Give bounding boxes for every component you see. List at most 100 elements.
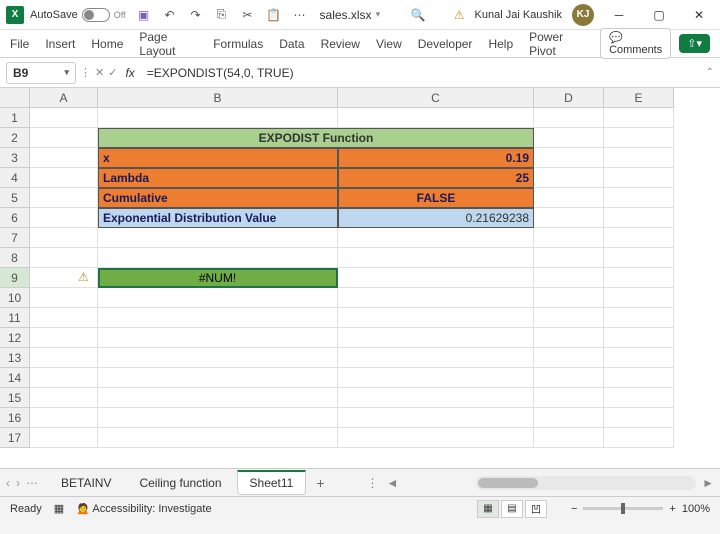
prev-sheet-icon[interactable]: ‹ — [6, 476, 10, 490]
error-cell[interactable]: #NUM! — [98, 268, 338, 288]
toggle-switch[interactable] — [82, 8, 110, 22]
row-header-16[interactable]: 16 — [0, 408, 30, 428]
row-header-10[interactable]: 10 — [0, 288, 30, 308]
tab-home[interactable]: Home — [91, 37, 123, 51]
column-headers: A B C D E — [30, 88, 674, 108]
error-warning-icon[interactable]: ⚠ — [78, 270, 89, 284]
row-header-13[interactable]: 13 — [0, 348, 30, 368]
row-header-11[interactable]: 11 — [0, 308, 30, 328]
vdots-icon[interactable]: ⋮ — [367, 476, 379, 490]
tab-help[interactable]: Help — [488, 37, 513, 51]
status-bar: Ready ▦ 🙍 Accessibility: Investigate ▦ ▤… — [0, 496, 720, 520]
more-icon[interactable]: ⋯ — [292, 7, 308, 23]
row-header-3[interactable]: 3 — [0, 148, 30, 168]
row-header-5[interactable]: 5 — [0, 188, 30, 208]
row-header-4[interactable]: 4 — [0, 168, 30, 188]
tab-file[interactable]: File — [10, 37, 29, 51]
row-header-8[interactable]: 8 — [0, 248, 30, 268]
undo-icon[interactable]: ↶ — [162, 7, 178, 23]
row-header-1[interactable]: 1 — [0, 108, 30, 128]
normal-view-button[interactable]: ▦ — [477, 500, 499, 518]
tab-view[interactable]: View — [376, 37, 402, 51]
sheet-tab-ceiling[interactable]: Ceiling function — [126, 471, 234, 495]
name-box[interactable]: B9 — [6, 62, 76, 84]
scroll-right-icon[interactable]: ► — [702, 476, 714, 490]
value-cumulative[interactable]: FALSE — [338, 188, 534, 208]
ribbon: File Insert Home Page Layout Formulas Da… — [0, 30, 720, 58]
title-bar: X AutoSave Off ▣ ↶ ↷ ⎘ ✂ 📋 ⋯ sales.xlsx … — [0, 0, 720, 30]
zoom-level[interactable]: 100% — [682, 503, 710, 515]
share-button[interactable]: ⇧▾ — [679, 34, 710, 53]
sheet-tabs-bar: ‹ › ⋯ BETAINV Ceiling function Sheet11 +… — [0, 468, 720, 496]
value-x[interactable]: 0.19 — [338, 148, 534, 168]
paste-icon[interactable]: 📋 — [266, 7, 282, 23]
save-icon[interactable]: ▣ — [136, 7, 152, 23]
all-sheets-icon[interactable]: ⋯ — [26, 476, 38, 490]
macro-icon[interactable]: ▦ — [54, 502, 64, 515]
next-sheet-icon[interactable]: › — [16, 476, 20, 490]
horizontal-scrollbar[interactable] — [476, 476, 696, 490]
cancel-icon[interactable]: ✕ — [95, 66, 104, 79]
row-header-9[interactable]: 9 — [0, 268, 30, 288]
maximize-button[interactable]: ▢ — [644, 3, 674, 27]
col-header-d[interactable]: D — [534, 88, 604, 108]
row-header-7[interactable]: 7 — [0, 228, 30, 248]
select-all-corner[interactable] — [0, 88, 30, 108]
row-header-2[interactable]: 2 — [0, 128, 30, 148]
formula-input[interactable]: =EXPONDIST(54,0, TRUE) — [143, 66, 702, 80]
username: Kunal Jai Kaushik — [475, 9, 562, 21]
autosave-toggle[interactable]: AutoSave Off — [30, 8, 126, 22]
vdots-icon[interactable]: ⋮ — [80, 66, 91, 79]
autosave-label: AutoSave — [30, 9, 78, 21]
fx-icon[interactable]: fx — [125, 66, 134, 80]
label-lambda[interactable]: Lambda — [98, 168, 338, 188]
label-cumulative[interactable]: Cumulative — [98, 188, 338, 208]
tab-power-pivot[interactable]: Power Pivot — [529, 30, 584, 58]
zoom-slider[interactable] — [583, 507, 663, 510]
col-header-e[interactable]: E — [604, 88, 674, 108]
page-layout-view-button[interactable]: ▤ — [501, 500, 523, 518]
tab-formulas[interactable]: Formulas — [213, 37, 263, 51]
header-cell[interactable]: EXPODIST Function — [98, 128, 534, 148]
tab-data[interactable]: Data — [279, 37, 304, 51]
value-lambda[interactable]: 25 — [338, 168, 534, 188]
row-header-14[interactable]: 14 — [0, 368, 30, 388]
spreadsheet-grid[interactable]: A B C D E 1234567891011121314151617 EXPO… — [0, 88, 720, 468]
col-header-a[interactable]: A — [30, 88, 98, 108]
cut-icon[interactable]: ✂ — [240, 7, 256, 23]
add-sheet-button[interactable]: + — [316, 475, 324, 491]
row-header-12[interactable]: 12 — [0, 328, 30, 348]
comments-button[interactable]: 💬 Comments — [600, 28, 671, 59]
row-header-6[interactable]: 6 — [0, 208, 30, 228]
tab-page-layout[interactable]: Page Layout — [139, 30, 197, 58]
zoom-in-button[interactable]: + — [669, 503, 675, 515]
label-result[interactable]: Exponential Distribution Value — [98, 208, 338, 228]
accessibility-status[interactable]: 🙍 Accessibility: Investigate — [76, 502, 211, 515]
minimize-button[interactable]: ─ — [604, 3, 634, 27]
value-result[interactable]: 0.21629238 — [338, 208, 534, 228]
page-break-view-button[interactable]: 凹 — [525, 500, 547, 518]
col-header-b[interactable]: B — [98, 88, 338, 108]
cells: EXPODIST Function x0.19 Lambda25 Cumulat… — [30, 108, 674, 448]
copy-icon[interactable]: ⎘ — [214, 7, 230, 23]
sheet-tab-betainv[interactable]: BETAINV — [48, 471, 124, 495]
row-headers: 1234567891011121314151617 — [0, 108, 30, 448]
col-header-c[interactable]: C — [338, 88, 534, 108]
redo-icon[interactable]: ↷ — [188, 7, 204, 23]
zoom-out-button[interactable]: − — [571, 503, 577, 515]
sheet-tab-sheet11[interactable]: Sheet11 — [237, 470, 307, 495]
tab-review[interactable]: Review — [321, 37, 360, 51]
close-button[interactable]: ✕ — [684, 3, 714, 27]
tab-insert[interactable]: Insert — [45, 37, 75, 51]
avatar[interactable]: KJ — [572, 4, 594, 26]
scroll-left-icon[interactable]: ◄ — [387, 476, 399, 490]
search-icon[interactable]: 🔍 — [410, 7, 426, 23]
label-x[interactable]: x — [98, 148, 338, 168]
filename[interactable]: sales.xlsx ▾ — [320, 8, 381, 22]
row-header-17[interactable]: 17 — [0, 428, 30, 448]
tab-developer[interactable]: Developer — [418, 37, 473, 51]
row-header-15[interactable]: 15 — [0, 388, 30, 408]
expand-formula-icon[interactable]: ⌃ — [706, 67, 714, 78]
status-mode: Ready — [10, 503, 42, 515]
enter-icon[interactable]: ✓ — [108, 66, 117, 79]
